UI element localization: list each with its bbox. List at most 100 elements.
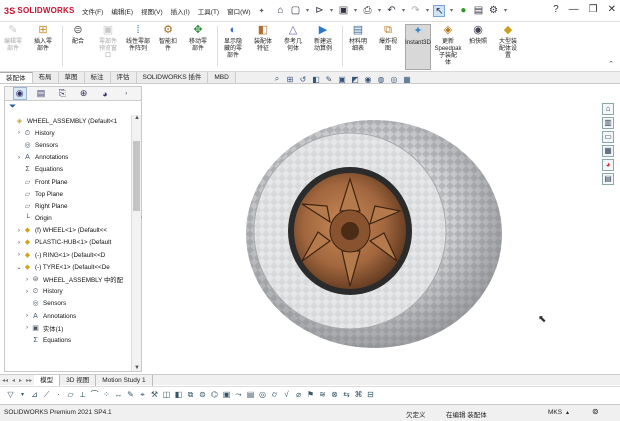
filter-toggle-icon[interactable]: ⇆ [342, 390, 351, 399]
home-icon[interactable]: ⌂ [274, 5, 286, 17]
chevron-down-icon[interactable]: ▾ [424, 5, 430, 17]
chevron-down-icon[interactable]: ▾ [448, 5, 454, 17]
options-icon[interactable]: ⚙ [487, 5, 499, 17]
rebuild-icon[interactable]: ● [457, 5, 469, 17]
expand-arrow-icon[interactable]: › [23, 277, 31, 283]
chevron-down-icon[interactable]: ▾ [18, 391, 27, 398]
menu-item[interactable]: 工具(T) [194, 6, 223, 16]
select-icon[interactable]: ↖ [433, 4, 446, 17]
filter-notes-icon[interactable]: ✎ [126, 390, 135, 399]
view-orientation-icon[interactable]: ▣ [337, 75, 347, 84]
tree-node[interactable]: ▱ Top Plane [5, 188, 133, 200]
dynamic-annotation-icon[interactable]: ✎ [324, 75, 334, 84]
chevron-right-icon[interactable]: › [119, 91, 133, 97]
filter-mates-icon[interactable]: ⊜ [198, 390, 207, 399]
tab-next-icon[interactable]: ▸ [17, 377, 24, 384]
filter-axes-icon[interactable]: ⟂ [78, 390, 87, 400]
filter-welds-icon[interactable]: ⚒ [150, 390, 159, 399]
command-tab[interactable]: MBD [208, 72, 236, 83]
expand-arrow-icon[interactable]: › [15, 252, 23, 258]
model-tab[interactable]: 3D 视图 [60, 374, 97, 386]
graphics-area[interactable] [142, 86, 597, 372]
filter-surface-finish-icon[interactable]: √ [282, 390, 291, 399]
custom-properties-icon[interactable]: ▤ [602, 173, 614, 185]
menu-item[interactable]: 窗口(W) [223, 6, 254, 16]
filter-icon[interactable]: ⏷ [5, 101, 141, 113]
chevron-down-icon[interactable]: ▾ [376, 5, 382, 17]
menu-item[interactable]: 文件(F) [78, 6, 107, 16]
display-manager-tab-icon[interactable]: ◕ [98, 89, 112, 99]
command-tab[interactable]: 装配体 [0, 72, 33, 83]
chevron-down-icon[interactable]: ▾ [400, 5, 406, 17]
tree-node[interactable]: › ◆ (-) RING<1> (Default<<D [5, 249, 133, 261]
ribbon-button[interactable]: ◆ 大型装 配体设 置 [495, 24, 521, 60]
menu-item[interactable]: 插入(I) [167, 6, 194, 16]
edit-appearance-icon[interactable]: ◍ [376, 75, 386, 84]
tree-node[interactable]: ◎ Sensors [5, 298, 133, 310]
command-tab[interactable]: 布局 [32, 72, 59, 83]
print-icon[interactable]: ⎙ [361, 5, 373, 17]
chevron-up-icon[interactable]: ▴ [566, 409, 569, 416]
expand-arrow-icon[interactable]: ⌄ [15, 264, 23, 271]
expand-arrow-icon[interactable]: › [15, 155, 23, 161]
collapse-ribbon-icon[interactable]: ⌃ [608, 60, 614, 68]
tab-last-icon[interactable]: ▸▸ [24, 377, 34, 384]
expand-arrow-icon[interactable]: › [15, 130, 23, 136]
unit-system[interactable]: MKS [548, 409, 562, 416]
tree-node[interactable]: › ▣ 实体(1) [5, 322, 133, 334]
filter-revision-icon[interactable]: ⚑ [306, 390, 315, 399]
filter-hole-callout-icon[interactable]: ⌀ [294, 390, 303, 399]
filter-clear-icon[interactable]: ⊗ [330, 390, 339, 399]
model-tab[interactable]: 模型 [34, 374, 61, 386]
restore-icon[interactable]: ❐ [589, 4, 598, 15]
chevron-down-icon[interactable]: ▾ [328, 5, 334, 17]
filter-lock-icon[interactable]: ⊟ [366, 390, 375, 399]
ribbon-button[interactable]: ✦ Instant3D [405, 24, 431, 70]
filter-dimensions-icon[interactable]: ↔ [114, 390, 123, 399]
solidworks-resources-icon[interactable]: ⌂ [602, 103, 614, 115]
filter-tables-icon[interactable]: ▤ [246, 390, 255, 399]
tree-node[interactable]: › ⏲ History [5, 127, 133, 139]
filter-edges-icon[interactable]: ⟋ [42, 390, 51, 400]
new-file-icon[interactable]: ▢ [289, 5, 301, 17]
filter-points-icon[interactable]: ⁘ [102, 390, 111, 399]
hide-show-icon[interactable]: ◉ [363, 75, 373, 84]
tree-node[interactable]: ⌄ ◆ (-) TYRE<1> (Default<<De [5, 261, 133, 273]
pin-icon[interactable]: ✦ [255, 7, 269, 15]
filter-vertices-icon[interactable]: · [54, 390, 63, 399]
filter-faces-icon[interactable]: ⊿ [30, 390, 39, 399]
section-view-icon[interactable]: ◧ [311, 75, 321, 84]
design-library-icon[interactable]: ▥ [602, 117, 614, 129]
minimize-icon[interactable]: — [569, 4, 579, 15]
chevron-down-icon[interactable]: ▾ [502, 5, 508, 17]
filter-bodies-icon[interactable]: ◧ [174, 390, 183, 399]
tree-node[interactable]: Σ Equations [5, 164, 133, 176]
help-icon[interactable]: ? [553, 4, 559, 15]
ribbon-button[interactable]: ▶ 新建运 动算例 [310, 24, 336, 53]
tree-node[interactable]: Σ Equations [5, 334, 133, 346]
filter-blocks-icon[interactable]: ▣ [222, 390, 231, 399]
filter-datums-icon[interactable]: ⌖ [138, 390, 147, 400]
view-palette-icon[interactable]: ▦ [602, 145, 614, 157]
tab-first-icon[interactable]: ◂◂ [0, 377, 10, 384]
ribbon-button[interactable]: ◈ 更新 Speedpak 子装配 体 [434, 24, 461, 67]
tree-node[interactable]: › ◆ PLASTIC-HUB<1> (Default [5, 237, 133, 249]
property-manager-tab-icon[interactable]: ▤ [34, 88, 48, 99]
filter-balloons-icon[interactable]: ◎ [258, 390, 267, 399]
file-properties-icon[interactable]: ▤ [472, 5, 484, 17]
dimxpert-tab-icon[interactable]: ⊕ [77, 88, 91, 99]
open-file-icon[interactable]: ⊳ [313, 5, 325, 17]
command-tab[interactable]: 评估 [110, 72, 137, 83]
ribbon-button[interactable]: ⁞ 线性零部 件阵列 [125, 24, 151, 53]
tree-node[interactable]: › ⊜ WHEEL_ASSEMBLY 中的配 [5, 273, 133, 285]
ribbon-button[interactable]: ✥ 移动零 部件 [185, 24, 211, 53]
ribbon-button[interactable]: ▣ 零部件 预览窗 口 [95, 24, 121, 60]
tree-node[interactable]: ▱ Right Plane [5, 200, 133, 212]
zoom-to-area-icon[interactable]: ⊞ [285, 75, 295, 84]
command-tab[interactable]: 标注 [84, 72, 111, 83]
tree-node[interactable]: › ◆ (f) WHEEL<1> (Default<< [5, 225, 133, 237]
ribbon-button[interactable]: ◐ 显示隐 藏的零 部件 [220, 24, 246, 60]
apply-scene-icon[interactable]: ◎ [389, 75, 399, 84]
chevron-down-icon[interactable]: ▾ [352, 5, 358, 17]
scroll-thumb[interactable] [133, 141, 140, 211]
